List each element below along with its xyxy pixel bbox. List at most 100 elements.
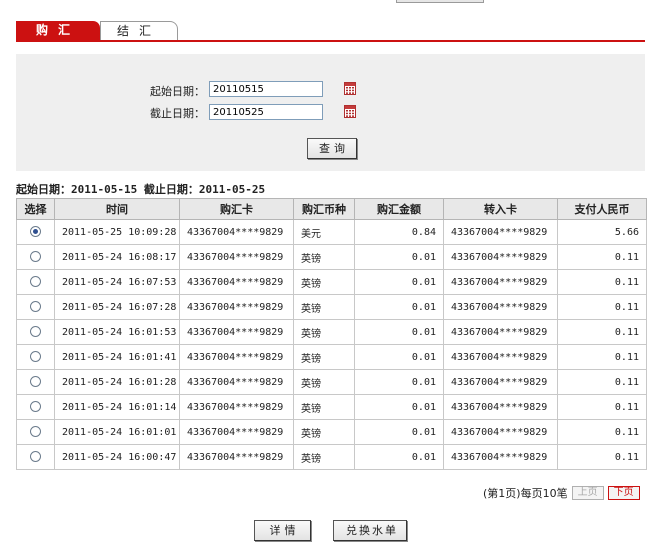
cell-currency: 英镑 [293, 444, 355, 470]
radio-icon[interactable] [30, 226, 41, 238]
cell-card: 43367004****9829 [179, 244, 294, 270]
cell-select[interactable] [16, 319, 55, 345]
table-header-row: 选择 时间 购汇卡 购汇币种 购汇金额 转入卡 支付人民币 [16, 198, 647, 220]
receipt-button[interactable]: 兑换水单 [333, 520, 407, 541]
cell-currency: 英镑 [293, 269, 355, 295]
cell-card: 43367004****9829 [179, 344, 294, 370]
cell-currency: 英镑 [293, 419, 355, 445]
table-row[interactable]: 2011-05-25 10:09:28 43367004****9829 美元 0.8… [16, 219, 647, 245]
cell-amount: 0.01 [354, 344, 444, 370]
table-row[interactable]: 2011-05-24 16:01:14 43367004****9829 英镑 0.0… [16, 394, 647, 420]
cell-select[interactable] [16, 419, 55, 445]
header-to-card: 转入卡 [443, 198, 558, 220]
radio-icon[interactable] [30, 451, 41, 463]
header-card: 购汇卡 [179, 198, 294, 220]
cell-amount: 0.01 [354, 319, 444, 345]
cell-to-card: 43367004****9829 [443, 319, 558, 345]
cell-to-card: 43367004****9829 [443, 269, 558, 295]
cell-select[interactable] [16, 294, 55, 320]
header-amount: 购汇金额 [354, 198, 444, 220]
cell-currency: 美元 [293, 219, 355, 245]
cell-amount: 0.01 [354, 444, 444, 470]
cell-select[interactable] [16, 394, 55, 420]
cell-time: 2011-05-24 16:01:41 [54, 344, 180, 370]
calendar-icon[interactable] [344, 105, 356, 118]
detail-button[interactable]: 详情 [254, 520, 311, 541]
radio-icon[interactable] [30, 301, 41, 313]
cell-to-card: 43367004****9829 [443, 369, 558, 395]
table-row[interactable]: 2011-05-24 16:01:01 43367004****9829 英镑 0.0… [16, 419, 647, 445]
cell-rmb: 0.11 [557, 244, 647, 270]
pager: (第1页)每页10笔 上页 下页 [483, 485, 640, 501]
cell-time: 2011-05-24 16:01:28 [54, 369, 180, 395]
cell-rmb: 0.11 [557, 319, 647, 345]
cell-time: 2011-05-24 16:01:01 [54, 419, 180, 445]
radio-icon[interactable] [30, 426, 41, 438]
end-date-label: 截止日期： [150, 107, 205, 120]
pager-info: (第1页)每页10笔 [483, 487, 568, 500]
cell-currency: 英镑 [293, 294, 355, 320]
table-row[interactable]: 2011-05-24 16:07:53 43367004****9829 英镑 0.0… [16, 269, 647, 295]
cell-amount: 0.01 [354, 269, 444, 295]
cell-card: 43367004****9829 [179, 369, 294, 395]
cell-select[interactable] [16, 444, 55, 470]
cell-to-card: 43367004****9829 [443, 444, 558, 470]
table-row[interactable]: 2011-05-24 16:07:28 43367004****9829 英镑 0.0… [16, 294, 647, 320]
table-row[interactable]: 2011-05-24 16:00:47 43367004****9829 英镑 0.0… [16, 444, 647, 470]
end-date-input[interactable] [209, 104, 323, 120]
cell-to-card: 43367004****9829 [443, 344, 558, 370]
cell-rmb: 0.11 [557, 419, 647, 445]
calendar-icon[interactable] [344, 82, 356, 95]
cell-to-card: 43367004****9829 [443, 394, 558, 420]
cell-amount: 0.01 [354, 419, 444, 445]
cell-time: 2011-05-24 16:07:53 [54, 269, 180, 295]
cell-amount: 0.01 [354, 369, 444, 395]
radio-icon[interactable] [30, 376, 41, 388]
tab-buy-forex[interactable]: 购汇 [16, 21, 100, 40]
prev-page-button[interactable]: 上页 [571, 486, 604, 500]
cell-select[interactable] [16, 344, 55, 370]
radio-icon[interactable] [30, 251, 41, 263]
cell-currency: 英镑 [293, 344, 355, 370]
cell-rmb: 5.66 [557, 219, 647, 245]
tab-underline [16, 40, 645, 42]
tab-sell-forex[interactable]: 结汇 [100, 21, 178, 40]
cell-rmb: 0.11 [557, 444, 647, 470]
cell-select[interactable] [16, 219, 55, 245]
cell-card: 43367004****9829 [179, 419, 294, 445]
cell-to-card: 43367004****9829 [443, 219, 558, 245]
query-panel: 起始日期： 截止日期： 查询 [16, 54, 645, 171]
cell-select[interactable] [16, 269, 55, 295]
cell-rmb: 0.11 [557, 394, 647, 420]
cell-to-card: 43367004****9829 [443, 294, 558, 320]
cell-currency: 英镑 [293, 369, 355, 395]
summary-start-value: 2011-05-15 [71, 183, 138, 196]
cell-select[interactable] [16, 244, 55, 270]
table-row[interactable]: 2011-05-24 16:01:28 43367004****9829 英镑 0.0… [16, 369, 647, 395]
table-row[interactable]: 2011-05-24 16:01:41 43367004****9829 英镑 0.0… [16, 344, 647, 370]
table-row[interactable]: 2011-05-24 16:01:53 43367004****9829 英镑 0.0… [16, 319, 647, 345]
cell-amount: 0.01 [354, 394, 444, 420]
cell-currency: 英镑 [293, 394, 355, 420]
cell-select[interactable] [16, 369, 55, 395]
date-range-summary: 起始日期：2011-05-15 截止日期：2011-05-25 [16, 181, 265, 197]
cell-time: 2011-05-24 16:01:53 [54, 319, 180, 345]
radio-icon[interactable] [30, 276, 41, 288]
radio-icon[interactable] [30, 401, 41, 413]
top-toolbar-fragment [396, 0, 484, 3]
cell-currency: 英镑 [293, 319, 355, 345]
cell-rmb: 0.11 [557, 269, 647, 295]
query-button[interactable]: 查询 [307, 138, 357, 159]
radio-icon[interactable] [30, 326, 41, 338]
header-time: 时间 [54, 198, 180, 220]
radio-icon[interactable] [30, 351, 41, 363]
summary-end-value: 2011-05-25 [198, 183, 266, 196]
cell-time: 2011-05-24 16:01:14 [54, 394, 180, 420]
cell-currency: 英镑 [293, 244, 355, 270]
next-page-button[interactable]: 下页 [607, 486, 640, 500]
start-date-input[interactable] [209, 81, 323, 97]
cell-to-card: 43367004****9829 [443, 244, 558, 270]
table-row[interactable]: 2011-05-24 16:08:17 43367004****9829 英镑 0.0… [16, 244, 647, 270]
cell-amount: 0.84 [354, 219, 444, 245]
cell-card: 43367004****9829 [179, 319, 294, 345]
